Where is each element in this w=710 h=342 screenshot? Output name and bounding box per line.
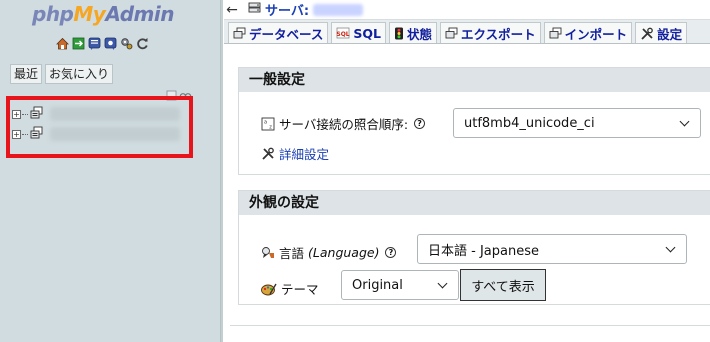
navigation-panel: phpMyAdmin 最近 お気に入り + +: [0, 0, 220, 342]
language-label: 言語: [279, 246, 305, 261]
divider: [230, 325, 710, 326]
main-content: 一般設定 az サーバ接続の照合順序: ? utf8mb4_unicode_ci…: [224, 45, 710, 342]
language-row: 言語 (Language) ?: [261, 243, 397, 262]
favorites-tab[interactable]: お気に入り: [45, 64, 114, 84]
phpmyadmin-logo[interactable]: phpMyAdmin: [32, 2, 174, 26]
collation-label: サーバ接続の照合順序:: [279, 117, 409, 132]
theme-icon: [261, 282, 277, 296]
collation-row: az サーバ接続の照合順序: ?: [261, 114, 426, 133]
svg-text:z: z: [269, 124, 272, 130]
theme-select[interactable]: Original: [341, 270, 459, 300]
status-icon: [394, 27, 404, 40]
sql-icon: SQL: [336, 27, 350, 39]
theme-label: テーマ: [281, 282, 319, 297]
sql-docs-icon[interactable]: [104, 37, 117, 50]
theme-row: テーマ: [261, 279, 319, 298]
tab-import[interactable]: インポート: [543, 22, 633, 43]
tab-export[interactable]: エクスポート: [440, 22, 541, 43]
chevron-down-icon: [665, 242, 676, 253]
reload-icon[interactable]: [136, 37, 149, 50]
svg-text:SQL: SQL: [337, 31, 350, 38]
help-icon[interactable]: ?: [385, 247, 397, 258]
general-settings-title: 一般設定: [239, 68, 710, 92]
home-icon[interactable]: [56, 37, 69, 50]
breadcrumb: サーバ:: [248, 0, 364, 19]
settings-icon[interactable]: [120, 37, 133, 50]
tools-icon: [261, 147, 275, 160]
chevron-down-icon: [679, 116, 690, 127]
language-icon: [261, 246, 275, 260]
collation-icon: az: [261, 117, 275, 131]
appearance-settings-title: 外観の設定: [239, 191, 710, 215]
server-name[interactable]: [313, 3, 364, 16]
database-icon: [233, 27, 246, 39]
back-arrow-icon[interactable]: ←: [224, 2, 240, 18]
general-settings-panel: 一般設定 az サーバ接続の照合順序: ? utf8mb4_unicode_ci…: [238, 67, 710, 175]
show-all-themes-button[interactable]: すべて表示: [460, 269, 546, 301]
tab-databases[interactable]: データベース: [228, 22, 329, 43]
advanced-settings-link[interactable]: 詳細設定: [261, 144, 329, 163]
docs-icon[interactable]: [88, 37, 101, 50]
appearance-settings-panel: 外観の設定 言語 (Language) ? 日本語 - Japanese テーマ…: [238, 190, 710, 305]
server-breadcrumb-bar: ← サーバ:: [224, 0, 710, 20]
language-select[interactable]: 日本語 - Japanese: [417, 234, 687, 264]
collation-select[interactable]: utf8mb4_unicode_ci: [453, 108, 701, 138]
settings-icon: [640, 27, 654, 40]
nav-icon-bar: [56, 37, 149, 50]
server-label[interactable]: サーバ:: [265, 0, 309, 19]
logout-icon[interactable]: [72, 37, 85, 50]
tab-status[interactable]: 状態: [389, 22, 438, 43]
chevron-down-icon: [437, 278, 448, 289]
help-icon[interactable]: ?: [414, 118, 426, 129]
language-sublabel: (Language): [308, 245, 380, 260]
tab-sql[interactable]: SQL SQL: [331, 22, 386, 43]
recent-tab[interactable]: 最近: [10, 64, 43, 84]
main-tab-bar: データベース SQL SQL 状態 エクスポート インポート 設定: [224, 20, 710, 44]
highlight-box: [6, 96, 193, 158]
tab-settings[interactable]: 設定: [635, 22, 688, 43]
server-icon: [248, 1, 261, 18]
export-icon: [445, 27, 458, 39]
nav-tab-bar: 最近 お気に入り: [10, 64, 114, 84]
import-icon: [549, 27, 562, 39]
nav-resize-handle[interactable]: [220, 0, 223, 342]
svg-text:a: a: [264, 119, 267, 125]
